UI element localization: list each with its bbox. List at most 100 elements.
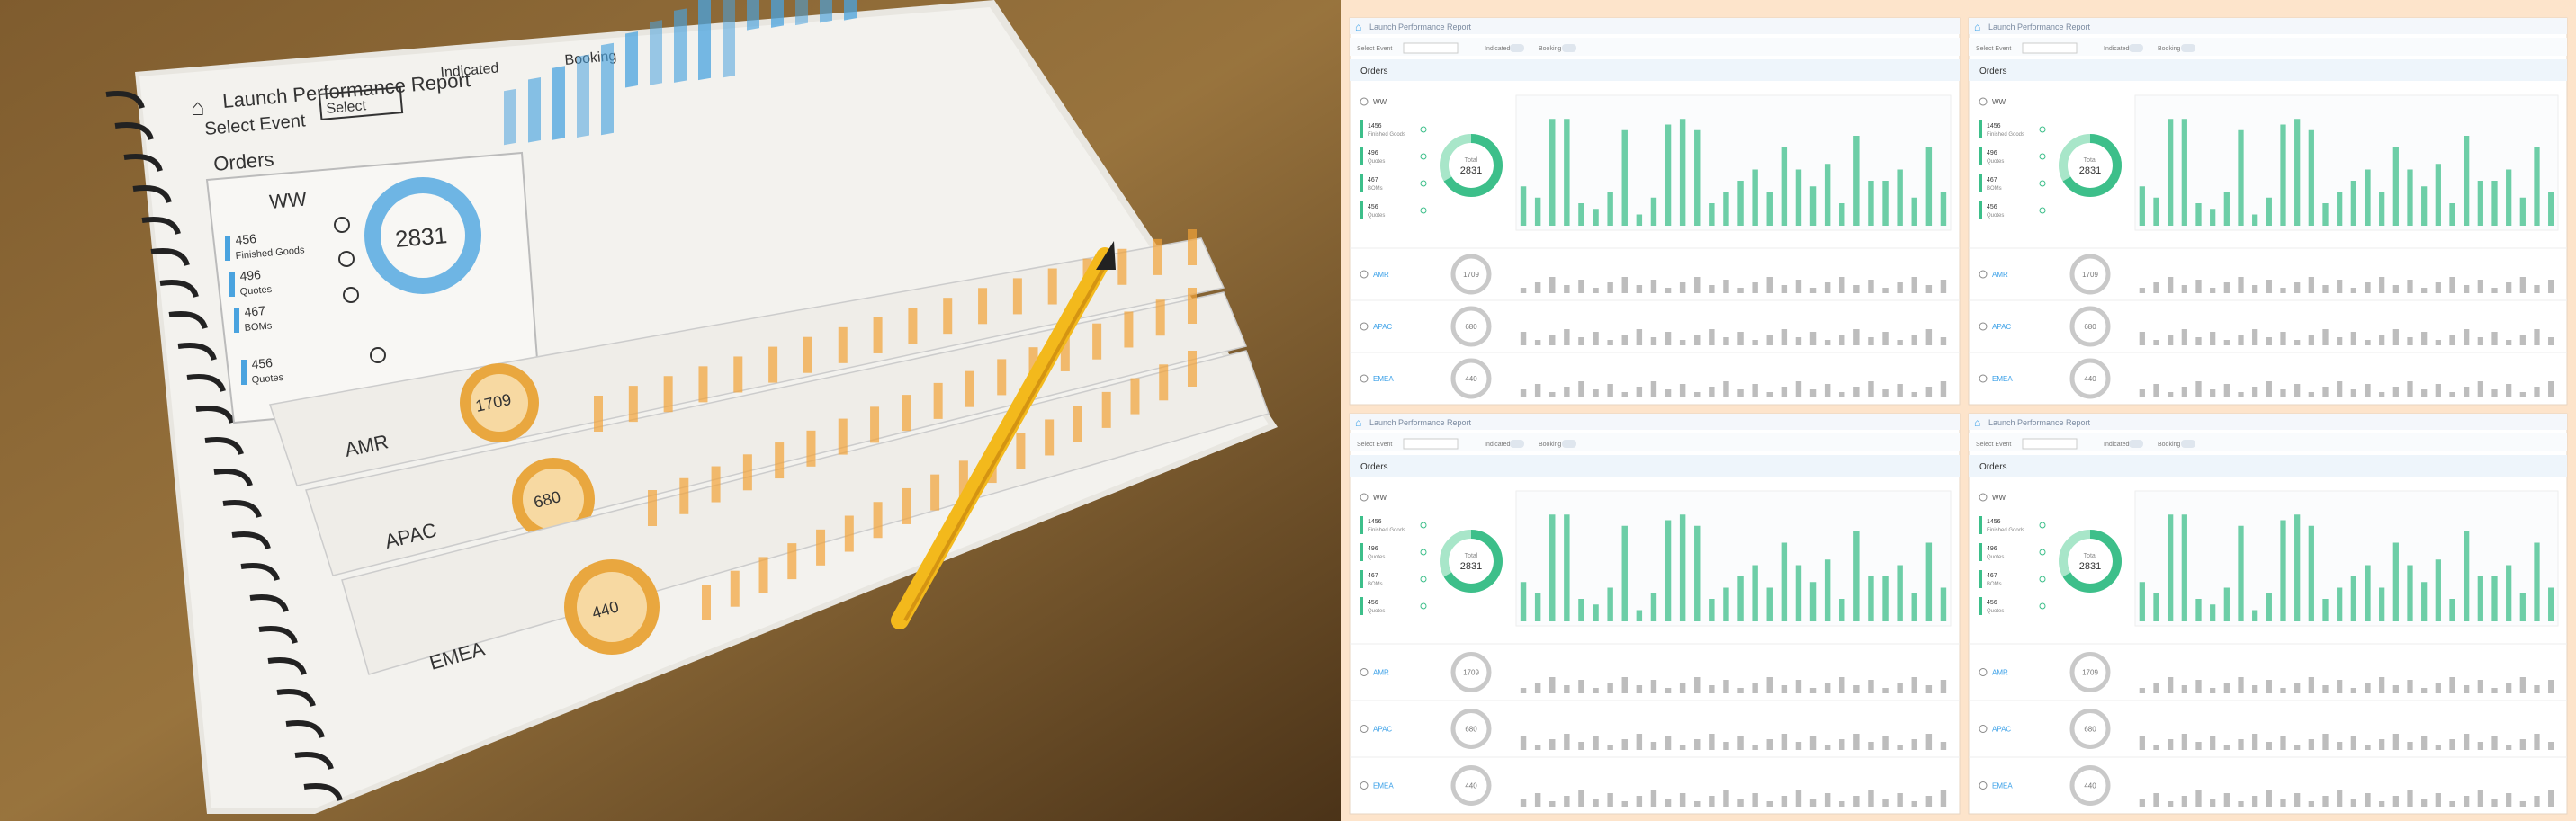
ww-bar[interactable]	[2337, 587, 2343, 622]
ww-bar[interactable]	[1650, 197, 1657, 226]
ww-bar[interactable]	[1607, 587, 1613, 622]
ww-bar[interactable]	[1853, 136, 1860, 226]
ww-bar[interactable]	[1534, 197, 1541, 226]
ww-bar[interactable]	[2548, 192, 2554, 227]
ww-bar[interactable]	[1564, 514, 1570, 621]
ww-bar[interactable]	[1809, 186, 1817, 226]
ww-bar[interactable]	[1593, 604, 1599, 621]
ww-bar[interactable]	[1578, 599, 1584, 621]
region-ww-link[interactable]: WW	[1373, 98, 1387, 106]
booking-toggle[interactable]	[1562, 44, 1576, 52]
ww-bar[interactable]	[2379, 192, 2385, 227]
ww-bar[interactable]	[2350, 181, 2356, 226]
ww-bar[interactable]	[1737, 576, 1744, 621]
ww-bar[interactable]	[1868, 576, 1874, 621]
ww-bar[interactable]	[2153, 197, 2159, 226]
ww-bar[interactable]	[2280, 124, 2286, 227]
ww-bar[interactable]	[2392, 542, 2399, 622]
ww-bar[interactable]	[1578, 203, 1584, 226]
select-event-dropdown[interactable]	[2022, 42, 2078, 54]
ww-bar[interactable]	[1925, 147, 1933, 227]
ww-bar[interactable]	[1534, 593, 1541, 621]
indicated-toggle[interactable]	[2129, 44, 2143, 52]
ww-bar[interactable]	[1766, 192, 1773, 227]
ww-bar[interactable]	[2210, 209, 2216, 226]
region-link[interactable]: AMR	[1992, 271, 2008, 279]
ww-bar[interactable]	[2195, 599, 2202, 621]
ww-bar[interactable]	[2337, 192, 2343, 227]
ww-bar[interactable]	[2322, 203, 2329, 226]
region-link[interactable]: AMR	[1992, 669, 2008, 677]
ww-bar[interactable]	[1824, 559, 1831, 621]
ww-bar[interactable]	[1694, 129, 1701, 226]
ww-bar[interactable]	[2491, 576, 2498, 621]
ww-bar[interactable]	[2548, 587, 2554, 622]
ww-bar[interactable]	[2266, 197, 2272, 226]
indicated-toggle[interactable]	[2129, 440, 2143, 448]
ww-bar[interactable]	[2534, 147, 2540, 227]
ww-bar[interactable]	[1940, 587, 1947, 622]
ww-bar[interactable]	[2181, 514, 2187, 621]
ww-bar[interactable]	[1911, 593, 1917, 621]
ww-bar[interactable]	[2223, 192, 2230, 227]
ww-bar[interactable]	[1925, 542, 1933, 622]
region-ww-link[interactable]: WW	[1992, 494, 2006, 502]
ww-bar[interactable]	[2168, 514, 2174, 621]
ww-bar[interactable]	[1781, 147, 1788, 227]
ww-bar[interactable]	[2491, 181, 2498, 226]
ww-bar[interactable]	[2421, 186, 2428, 226]
ww-bar[interactable]	[1679, 514, 1686, 621]
ww-bar[interactable]	[1940, 192, 1947, 227]
ww-bar[interactable]	[2238, 129, 2244, 226]
ww-bar[interactable]	[1607, 192, 1613, 227]
ww-bar[interactable]	[2435, 559, 2441, 621]
ww-bar[interactable]	[1868, 181, 1874, 226]
ww-bar[interactable]	[2195, 203, 2202, 226]
ww-bar[interactable]	[2223, 587, 2230, 622]
ww-bar[interactable]	[2252, 610, 2258, 622]
ww-bar[interactable]	[1853, 531, 1860, 621]
home-icon[interactable]: ⌂	[1355, 21, 1361, 33]
ww-bar[interactable]	[1679, 119, 1686, 226]
region-link[interactable]: EMEA	[1373, 375, 1394, 383]
ww-bar[interactable]	[1781, 542, 1788, 622]
ww-bar[interactable]	[2266, 593, 2272, 621]
region-link[interactable]: EMEA	[1373, 782, 1394, 790]
home-icon[interactable]: ⌂	[1974, 21, 1980, 33]
ww-bar[interactable]	[1636, 214, 1643, 227]
ww-bar[interactable]	[1795, 169, 1802, 227]
home-icon[interactable]: ⌂	[1974, 416, 1980, 429]
ww-bar[interactable]	[1882, 181, 1889, 226]
ww-bar[interactable]	[2294, 514, 2301, 621]
ww-bar[interactable]	[2238, 525, 2244, 621]
ww-bar[interactable]	[1636, 610, 1643, 622]
booking-toggle[interactable]	[2181, 440, 2195, 448]
ww-bar[interactable]	[2294, 119, 2301, 226]
ww-bar[interactable]	[1665, 124, 1672, 227]
ww-bar[interactable]	[2392, 147, 2399, 227]
ww-bar[interactable]	[2477, 181, 2483, 226]
region-link[interactable]: AMR	[1373, 271, 1389, 279]
ww-bar[interactable]	[2139, 582, 2145, 621]
ww-bar[interactable]	[1737, 181, 1744, 226]
ww-bar[interactable]	[1809, 582, 1817, 621]
ww-bar[interactable]	[2252, 214, 2258, 227]
region-link[interactable]: AMR	[1373, 669, 1389, 677]
ww-bar[interactable]	[2168, 119, 2174, 226]
ww-bar[interactable]	[2449, 599, 2455, 621]
select-event-dropdown[interactable]	[1403, 438, 1459, 450]
ww-bar[interactable]	[1709, 203, 1715, 226]
ww-bar[interactable]	[2449, 203, 2455, 226]
ww-bar[interactable]	[2280, 520, 2286, 622]
region-link[interactable]: EMEA	[1992, 375, 2013, 383]
booking-toggle[interactable]	[1562, 440, 1576, 448]
ww-bar[interactable]	[1694, 525, 1701, 621]
ww-bar[interactable]	[1752, 565, 1758, 622]
ww-bar[interactable]	[2407, 169, 2413, 227]
ww-bar[interactable]	[1665, 520, 1672, 622]
ww-bar[interactable]	[1911, 197, 1917, 226]
ww-bar[interactable]	[2210, 604, 2216, 621]
ww-bar[interactable]	[1795, 565, 1802, 622]
ww-bar[interactable]	[1824, 164, 1831, 226]
ww-bar[interactable]	[1897, 169, 1903, 227]
